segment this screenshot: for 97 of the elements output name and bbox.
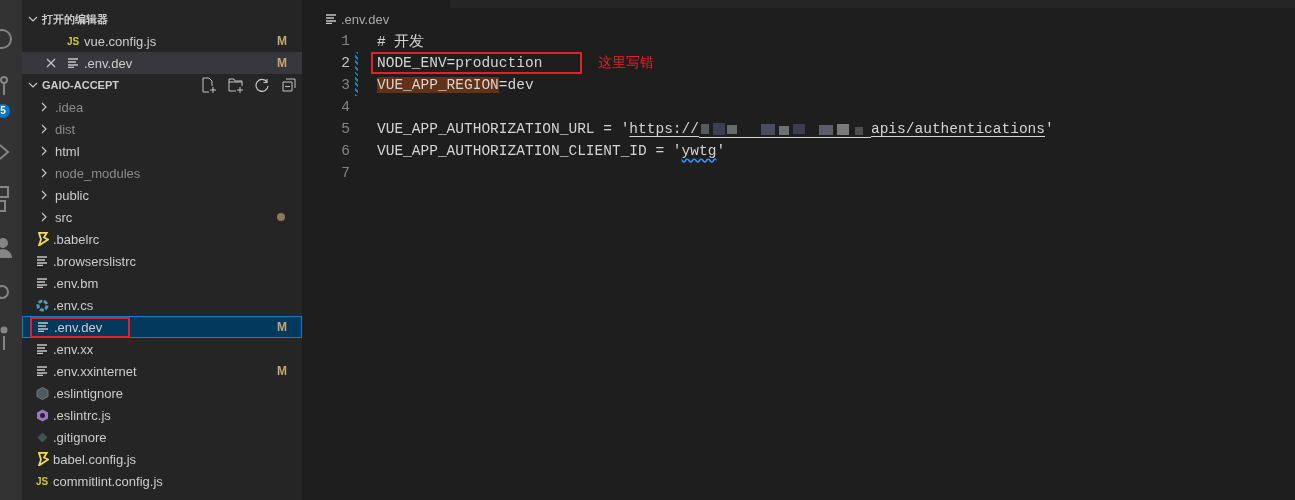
new-folder-icon[interactable] — [228, 77, 244, 93]
folder-item[interactable]: html — [22, 140, 302, 162]
folder-name: node_modules — [55, 165, 141, 181]
file-name: .eslintignore — [53, 385, 124, 401]
close-icon[interactable] — [46, 58, 56, 68]
folder-item[interactable]: node_modules — [22, 162, 302, 184]
folder-item[interactable]: public — [22, 184, 302, 206]
text-file-icon — [37, 322, 49, 332]
refresh-icon[interactable] — [255, 77, 270, 93]
chevron-down-icon[interactable] — [28, 14, 38, 24]
diamond-icon — [36, 431, 48, 443]
chevron-right-icon[interactable] — [39, 212, 49, 222]
folder-item[interactable]: src — [22, 206, 302, 228]
file-name: babel.config.js — [53, 451, 137, 467]
code-text: ' — [1045, 121, 1054, 137]
chevron-right-icon[interactable] — [39, 102, 49, 112]
line-number: 3 — [340, 77, 350, 93]
notification-badge: 5 — [0, 104, 10, 118]
folder-name: dist — [55, 121, 76, 137]
open-editor-item[interactable]: JS vue.config.js M — [22, 30, 302, 52]
modified-marker: M — [277, 320, 287, 334]
file-name: vue.config.js — [84, 33, 157, 49]
code-text: ' — [716, 143, 726, 159]
chevron-down-icon[interactable] — [28, 80, 38, 90]
modified-marker: M — [277, 364, 287, 378]
text-file-icon — [326, 14, 337, 24]
file-item[interactable]: .env.cs — [22, 294, 302, 316]
section-title[interactable]: GAIO-ACCEPT — [42, 79, 197, 91]
line-number: 4 — [340, 99, 350, 115]
text-file-icon — [67, 58, 79, 68]
code-text: # 开发 — [377, 32, 425, 51]
code-text: =dev — [498, 77, 534, 93]
file-name: .env.xx — [53, 341, 94, 357]
chevron-right-icon[interactable] — [39, 124, 49, 134]
hexagon-icon — [35, 386, 49, 400]
file-name: .gitignore — [53, 429, 107, 445]
new-file-icon[interactable] — [201, 77, 217, 93]
folder-name: src — [55, 209, 73, 225]
file-name: .env.dev — [54, 319, 103, 335]
extensions-icon[interactable] — [0, 186, 10, 212]
file-item[interactable]: .env.xxinternet M — [22, 360, 302, 382]
line-number: 7 — [340, 165, 350, 181]
file-item[interactable]: .env.xx — [22, 338, 302, 360]
annotation-label: 这里写错 — [598, 54, 655, 72]
text-file-icon — [36, 344, 48, 354]
code-text: apis/authentications — [870, 121, 1045, 137]
file-item[interactable]: .env.dev M — [22, 316, 302, 338]
modified-dot — [277, 213, 285, 221]
section-title[interactable]: 打开的编辑器 — [42, 11, 302, 27]
folder-item[interactable]: dist — [22, 118, 302, 140]
chevron-right-icon[interactable] — [39, 190, 49, 200]
line-number: 1 — [340, 33, 350, 49]
file-name: .browserslistrc — [53, 253, 137, 269]
line-number: 6 — [340, 143, 350, 159]
js-file-icon: JS — [66, 35, 80, 47]
folder-name: public — [55, 187, 89, 203]
line-number: 5 — [340, 121, 350, 137]
code-text: ywtg — [681, 143, 717, 159]
file-name: .babelrc — [53, 231, 100, 247]
file-name: .env.dev — [84, 55, 133, 71]
text-file-icon — [36, 256, 48, 266]
line-number: 2 — [340, 55, 350, 71]
file-item[interactable]: .babelrc — [22, 228, 302, 250]
folder-name: html — [55, 143, 80, 159]
code-text: VUE_APP_AUTHORIZATION_URL = ' — [377, 121, 630, 137]
code-text: NODE_ENV=production — [377, 55, 543, 71]
file-item[interactable]: .gitignore — [22, 426, 302, 448]
folder-name: .idea — [55, 99, 84, 115]
search-icon[interactable] — [0, 28, 14, 50]
file-name: commitlint.config.js — [53, 473, 163, 489]
code-text: VUE_APP_AUTHORIZATION_CLIENT_ID = ' — [377, 143, 682, 159]
file-name: .env.cs — [53, 297, 94, 313]
modified-marker: M — [277, 56, 287, 70]
text-file-icon — [36, 278, 48, 288]
file-name: .env.bm — [53, 275, 99, 291]
person-icon[interactable] — [0, 238, 14, 258]
breadcrumb[interactable]: .env.dev — [341, 11, 390, 27]
file-item[interactable]: .browserslistrc — [22, 250, 302, 272]
file-item[interactable]: babel.config.js — [22, 448, 302, 470]
open-editor-item[interactable]: .env.dev M — [22, 52, 302, 74]
js-file-icon: JS — [35, 475, 49, 487]
modified-marker: M — [277, 34, 287, 48]
collapse-all-icon[interactable] — [282, 78, 296, 92]
file-name: .env.xxinternet — [53, 363, 137, 379]
run-icon[interactable] — [0, 144, 10, 160]
chevron-right-icon[interactable] — [39, 168, 49, 178]
file-item[interactable]: JS commitlint.config.js — [22, 470, 302, 492]
file-item[interactable]: .eslintignore — [22, 382, 302, 404]
hexagon-icon — [35, 408, 49, 422]
code-text: https:// — [629, 121, 699, 137]
file-item[interactable]: .env.bm — [22, 272, 302, 294]
chevron-right-icon[interactable] — [39, 146, 49, 156]
text-file-icon — [36, 366, 48, 376]
file-item[interactable]: .eslintrc.js — [22, 404, 302, 426]
code-text: VUE_APP_REGION — [377, 77, 499, 93]
folder-item[interactable]: .idea — [22, 96, 302, 118]
file-name: .eslintrc.js — [53, 407, 111, 423]
